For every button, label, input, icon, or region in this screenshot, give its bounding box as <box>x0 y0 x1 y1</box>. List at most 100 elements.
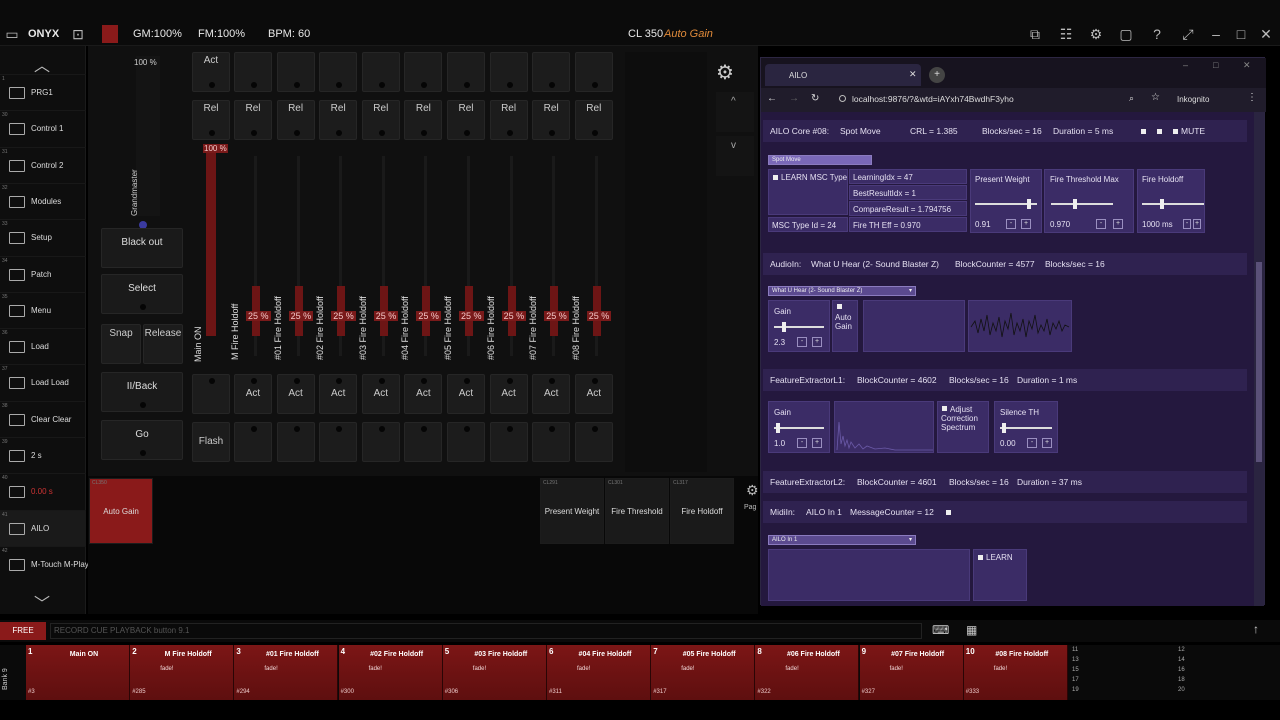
act-button-main-bottom[interactable] <box>192 374 230 414</box>
auto-gain-toggle[interactable]: Auto Gain <box>832 300 858 352</box>
playback-cell[interactable]: 3 #01 Fire Holdoff fade! #294 <box>234 645 339 700</box>
midi-device-select[interactable]: AILO In 1 ▾ <box>768 535 916 545</box>
rel-button[interactable]: Rel <box>276 100 315 140</box>
expand-icon[interactable]: ⤢ <box>1180 26 1196 42</box>
sidebar-item[interactable]: 31 Control 2 <box>0 146 86 183</box>
plus-button[interactable]: + <box>1113 219 1123 229</box>
midi-learn-toggle[interactable]: LEARN <box>973 549 1027 601</box>
grandmaster-fader[interactable]: 100 % Grandmaster <box>130 56 160 216</box>
playback-fader[interactable]: 25 % #04 Fire Holdoff <box>400 150 444 370</box>
page-down-button[interactable]: v <box>716 136 754 176</box>
playback-cell[interactable]: 10 #08 Fire Holdoff fade! #333 <box>963 645 1068 700</box>
audio-gain-slider[interactable] <box>774 322 824 332</box>
minus-button[interactable]: - <box>1027 438 1037 448</box>
chevron-down-icon[interactable]: ﹀ <box>34 590 50 614</box>
top-button[interactable] <box>319 52 358 92</box>
rel-button[interactable]: Rel <box>234 100 272 140</box>
act-button[interactable]: Act <box>532 374 571 414</box>
rel-button-main[interactable]: Rel <box>192 100 230 140</box>
top-button[interactable] <box>447 52 485 92</box>
win-minimize-icon[interactable]: – <box>1183 60 1188 70</box>
top-button[interactable] <box>234 52 272 92</box>
sidebar-item[interactable]: 40 0.00 s <box>0 473 86 509</box>
rel-button[interactable]: Rel <box>532 100 571 140</box>
blackout-button[interactable]: Black out <box>101 228 183 268</box>
minus-button[interactable]: - <box>797 337 807 347</box>
mute-checkbox[interactable]: MUTE <box>1173 126 1205 136</box>
playback-fader[interactable]: 25 % #07 Fire Holdoff <box>528 150 572 370</box>
url-field[interactable]: localhost:9876/?&wtd=iAYxh74BwdhF3yho <box>852 94 1014 104</box>
sidebar-item[interactable]: 38 Clear Clear <box>0 400 86 437</box>
playback-cell[interactable]: 5 #03 Fire Holdoff fade! #306 <box>442 645 547 700</box>
fe1-gain-slider[interactable] <box>774 423 824 433</box>
fire-threshold-slider[interactable] <box>1051 199 1113 209</box>
playback-cell[interactable]: 9 #07 Fire Holdoff fade! #327 <box>859 645 964 700</box>
gear-icon[interactable]: ⚙ <box>1088 26 1104 42</box>
playback-fader[interactable]: 25 % M Fire Holdoff <box>230 150 274 370</box>
sidebar-item[interactable]: 42 M-Touch M-Play <box>0 545 89 582</box>
back-icon[interactable]: ← <box>767 93 777 104</box>
act-button[interactable]: Act <box>574 374 613 414</box>
star-icon[interactable]: ☆ <box>1151 92 1160 103</box>
slider-knob[interactable] <box>1027 199 1031 209</box>
playback-cell[interactable]: 6 #04 Fire Holdoff fade! #311 <box>547 645 651 700</box>
release-button[interactable]: Release <box>143 324 183 364</box>
monitor-icon[interactable]: ▭ <box>4 26 20 42</box>
top-button[interactable] <box>489 52 528 92</box>
page-up-button[interactable]: ^ <box>716 92 754 132</box>
cue-fire-holdoff[interactable]: CL317 Fire Holdoff <box>670 478 734 544</box>
sidebar-item[interactable]: 30 Control 1 <box>0 110 86 146</box>
win-close-icon[interactable]: ✕ <box>1243 60 1251 71</box>
scrollbar-thumb[interactable] <box>1256 262 1262 462</box>
reload-icon[interactable]: ↻ <box>811 93 819 104</box>
scrollbar[interactable] <box>1254 112 1264 606</box>
slider-knob[interactable] <box>1073 199 1077 209</box>
go-button[interactable]: Go <box>101 420 183 460</box>
sidebar-item[interactable]: 1 PRG1 <box>0 74 86 110</box>
arrow-up-icon[interactable]: ↑ <box>1253 622 1259 636</box>
playback-cell[interactable]: 8 #06 Fire Holdoff fade! #322 <box>755 645 860 700</box>
minus-button[interactable]: - <box>797 438 807 448</box>
sidebar-item[interactable]: 32 Modules <box>0 182 86 219</box>
flash-button[interactable] <box>532 422 571 462</box>
playback-cell[interactable]: 2 M Fire Holdoff fade! #285 <box>130 645 235 700</box>
midi-learn-checkbox[interactable]: LEARN <box>978 553 1013 562</box>
flash-button[interactable] <box>447 422 485 462</box>
rel-button[interactable]: Rel <box>319 100 358 140</box>
snap-button[interactable]: Snap <box>101 324 141 364</box>
minimize-icon[interactable]: – <box>1208 26 1224 42</box>
act-button[interactable]: Act <box>361 374 400 414</box>
flash-button[interactable] <box>319 422 358 462</box>
flash-button[interactable] <box>489 422 528 462</box>
maximize-icon[interactable]: □ <box>1233 26 1249 42</box>
sidebar-item[interactable]: 41 AILO <box>0 509 86 546</box>
sidebar-item[interactable]: 34 Patch <box>0 255 86 292</box>
playback-fader[interactable]: 25 % #05 Fire Holdoff <box>443 150 487 370</box>
pause-back-button[interactable]: II/Back <box>101 372 183 412</box>
core-checkbox-2[interactable] <box>1157 126 1165 136</box>
cue-present-weight[interactable]: CL291 Present Weight <box>540 478 604 544</box>
help-icon[interactable]: ? <box>1149 26 1165 42</box>
rel-button[interactable]: Rel <box>489 100 528 140</box>
sidebar-item[interactable]: 37 Load Load <box>0 364 86 400</box>
keyboard-icon[interactable]: ⌨ <box>932 623 949 637</box>
bpm-readout[interactable]: BPM: 60 <box>268 28 310 40</box>
plus-button[interactable]: + <box>1193 219 1201 229</box>
playback-cell[interactable]: 4 #02 Fire Holdoff fade! #300 <box>338 645 443 700</box>
act-button[interactable]: Act <box>489 374 528 414</box>
new-tab-icon[interactable]: + <box>929 67 945 83</box>
top-button[interactable] <box>404 52 443 92</box>
flash-button[interactable]: Flash <box>192 422 230 462</box>
profile-label[interactable]: Inkognito <box>1177 95 1209 104</box>
grid-icon[interactable]: ▦ <box>966 623 977 637</box>
plus-button[interactable]: + <box>1042 438 1052 448</box>
act-button[interactable]: Act <box>319 374 358 414</box>
info-icon[interactable] <box>839 95 846 102</box>
chevron-up-icon[interactable]: ︿ <box>34 52 50 76</box>
act-button-main[interactable]: Act <box>192 52 230 92</box>
playback-fader[interactable]: 25 % #08 Fire Holdoff <box>571 150 615 370</box>
sidebar-item[interactable]: 33 Setup <box>0 219 86 255</box>
plus-button[interactable]: + <box>1021 219 1031 229</box>
minus-button[interactable]: - <box>1006 219 1016 229</box>
command-input[interactable]: RECORD CUE PLAYBACK button 9.1 <box>50 623 922 639</box>
